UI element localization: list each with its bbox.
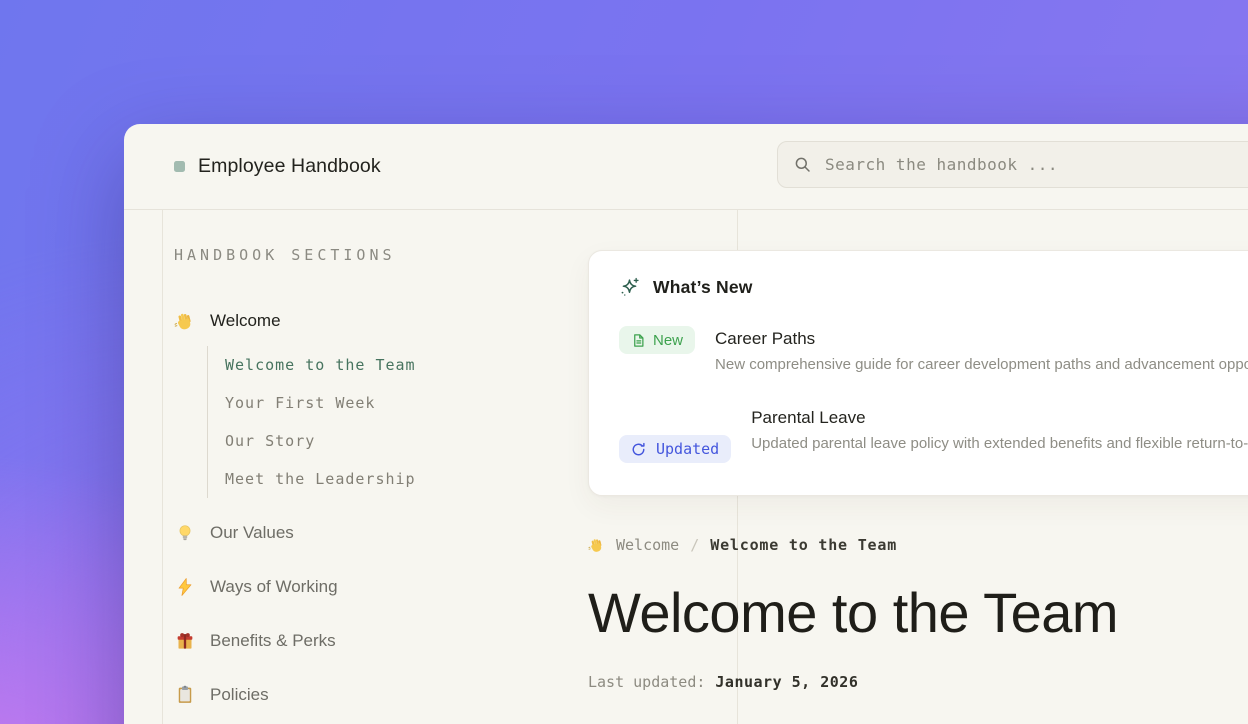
sidebar: HANDBOOK SECTIONS Welcome Welcome to the …	[174, 246, 416, 724]
bulb-icon	[174, 523, 195, 544]
sidebar-item-label: Welcome	[210, 311, 281, 331]
sidebar-item-label: Ways of Working	[210, 577, 338, 597]
brand: Employee Handbook	[174, 155, 381, 178]
clipboard-icon	[174, 685, 195, 706]
badge-new: New	[619, 326, 695, 354]
sidebar-item-our-values[interactable]: Our Values	[174, 518, 416, 548]
sidebar-item-ways-of-working[interactable]: Ways of Working	[174, 572, 416, 602]
whats-new-header: What’s New	[619, 277, 1248, 298]
wave-icon	[174, 311, 195, 332]
news-item-career-paths[interactable]: New Career Paths New comprehensive guide f…	[619, 326, 1248, 373]
app-header: Employee Handbook	[124, 124, 1248, 210]
breadcrumb-current: Welcome to the Team	[710, 536, 897, 554]
breadcrumb-separator: /	[690, 536, 699, 554]
news-item-title[interactable]: Career Paths	[715, 329, 1248, 349]
news-item-parental-leave[interactable]: Updated Parental Leave Updated parental le…	[619, 405, 1248, 463]
app-title: Employee Handbook	[198, 155, 381, 178]
last-updated-label: Last updated:	[588, 673, 705, 691]
breadcrumb: Welcome / Welcome to the Team	[588, 536, 1248, 554]
sidebar-nav: Welcome Welcome to the TeamYour First Wee…	[174, 306, 416, 710]
sidebar-item-policies[interactable]: Policies	[174, 680, 416, 710]
news-item-description: Updated parental leave policy with exten…	[751, 435, 1248, 452]
sidebar-item-benefits-perks[interactable]: Benefits & Perks	[174, 626, 416, 656]
wave-icon	[588, 537, 605, 554]
badge-label: New	[653, 332, 683, 349]
news-body: Career Paths New comprehensive guide for …	[715, 326, 1248, 373]
gift-icon	[174, 631, 195, 652]
file-icon	[631, 333, 646, 348]
last-updated-value: January 5, 2026	[715, 673, 858, 691]
sidebar-subitem-your-first-week[interactable]: Your First Week	[225, 384, 416, 422]
sidebar-sublist: Welcome to the TeamYour First WeekOur St…	[207, 346, 416, 498]
breadcrumb-section[interactable]: Welcome	[616, 536, 679, 554]
sidebar-item-welcome[interactable]: Welcome	[174, 306, 416, 336]
whats-new-card: What’s New New Career Paths New comprehens…	[588, 250, 1248, 496]
app-window: Employee Handbook HANDBOOK SECTIONS Welc…	[124, 124, 1248, 724]
search-input[interactable]	[823, 154, 1248, 175]
sidebar-subitem-our-story[interactable]: Our Story	[225, 422, 416, 460]
news-item-title[interactable]: Parental Leave	[751, 408, 1248, 428]
sidebar-subitem-welcome-to-the-team[interactable]: Welcome to the Team	[225, 346, 416, 384]
main-content: What’s New New Career Paths New comprehens…	[588, 250, 1248, 691]
search-box[interactable]	[777, 141, 1248, 188]
search-icon	[793, 155, 812, 174]
page-title: Welcome to the Team	[588, 584, 1248, 643]
last-updated: Last updated: January 5, 2026	[588, 673, 1248, 691]
news-item-description: New comprehensive guide for career devel…	[715, 356, 1248, 373]
grid-rule-left	[162, 210, 163, 724]
whats-new-list: New Career Paths New comprehensive guide f…	[619, 326, 1248, 463]
refresh-icon	[631, 442, 646, 457]
content-area: HANDBOOK SECTIONS Welcome Welcome to the …	[124, 210, 1248, 724]
logo-square-icon	[174, 161, 185, 172]
sidebar-item-label: Our Values	[210, 523, 294, 543]
whats-new-title: What’s New	[653, 277, 753, 298]
news-body: Parental Leave Updated parental leave pol…	[751, 405, 1248, 452]
sidebar-subitem-meet-the-leadership[interactable]: Meet the Leadership	[225, 460, 416, 498]
badge-updated: Updated	[619, 435, 731, 463]
sidebar-item-label: Benefits & Perks	[210, 631, 336, 651]
badge-label: Updated	[656, 440, 719, 458]
bolt-icon	[174, 577, 195, 598]
sparkles-icon	[619, 277, 640, 298]
sidebar-heading: HANDBOOK SECTIONS	[174, 246, 416, 264]
sidebar-item-label: Policies	[210, 685, 269, 705]
